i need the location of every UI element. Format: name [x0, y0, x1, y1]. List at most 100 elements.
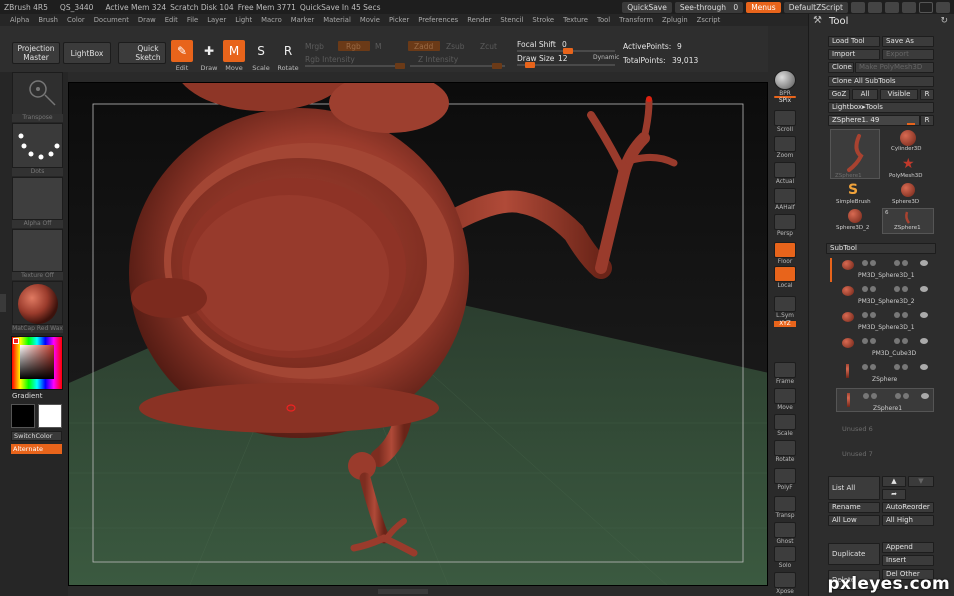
shelf-polyf-button[interactable]: PolyF — [774, 468, 796, 491]
subtool-toggle-icon[interactable] — [895, 393, 901, 399]
shelf-scale-button[interactable]: Scale — [774, 414, 796, 437]
zadd-button[interactable]: Zadd — [408, 41, 440, 51]
subtool-scroll-indicator[interactable] — [830, 258, 832, 282]
tool-thumb-zsphere1[interactable]: ZSphere1 — [830, 129, 880, 179]
main-color-swatch[interactable] — [11, 404, 35, 428]
menu-render[interactable]: Render — [467, 16, 491, 24]
shelf-local-button[interactable]: Local — [774, 266, 796, 289]
zsub-button[interactable]: Zsub — [446, 42, 465, 51]
tool-thumb-simplebrush[interactable]: S SimpleBrush — [830, 182, 880, 208]
color-icon[interactable] — [885, 1, 899, 13]
zsphere-slider-knob[interactable] — [907, 123, 915, 125]
visibility-eye-icon[interactable] — [921, 393, 929, 399]
menu-zscript[interactable]: Zscript — [697, 16, 721, 24]
alpha-thumb[interactable] — [12, 177, 63, 220]
load-tool-button[interactable]: Load Tool — [828, 36, 880, 47]
dynamic-button[interactable]: Dynamic — [593, 54, 619, 61]
quicksave-button[interactable]: QuickSave — [622, 1, 672, 13]
stroke-dots-thumb[interactable] — [12, 123, 63, 168]
menu-movie[interactable]: Movie — [360, 16, 380, 24]
shelf-move-button[interactable]: Move — [774, 388, 796, 411]
canvas-scene[interactable] — [69, 83, 768, 586]
subtool-toggle-icon[interactable] — [894, 364, 900, 370]
subtool-toggle-icon[interactable] — [870, 364, 876, 370]
visibility-eye-icon[interactable] — [920, 286, 928, 292]
tool-thumb-cylinder3d[interactable]: Cylinder3D — [882, 129, 934, 155]
subtool-toggle-icon[interactable] — [870, 312, 876, 318]
menu-zplugin[interactable]: Zplugin — [662, 16, 688, 24]
shelf-spix-button[interactable]: SPix — [774, 96, 796, 104]
visibility-eye-icon[interactable] — [920, 260, 928, 266]
menu-layer[interactable]: Layer — [207, 16, 226, 24]
subtool-toggle-icon[interactable] — [894, 338, 900, 344]
draw-size-slider[interactable] — [517, 62, 615, 68]
shelf-frame-button[interactable]: Frame — [774, 362, 796, 385]
menu-light[interactable]: Light — [235, 16, 252, 24]
subtool-toggle-icon[interactable] — [862, 338, 868, 344]
subtool-toggle-icon[interactable] — [862, 312, 868, 318]
projection-master-button[interactable]: Projection Master — [12, 42, 60, 64]
lightbox-tools-button[interactable]: Lightbox▸Tools — [828, 102, 934, 113]
z-intensity-slider[interactable] — [410, 63, 505, 69]
help-icon[interactable] — [851, 1, 865, 13]
subtool-toggle-icon[interactable] — [870, 338, 876, 344]
shelf-persp-button[interactable]: Persp — [774, 214, 796, 237]
edit-tool[interactable]: ✎ Edit — [170, 40, 194, 74]
subtool-toggle-icon[interactable] — [902, 338, 908, 344]
shelf-ghost-button[interactable]: Ghost — [774, 522, 796, 545]
tool-thumb-sphere3d[interactable]: Sphere3D — [882, 182, 934, 208]
subtool-toggle-icon[interactable] — [862, 364, 868, 370]
menu-macro[interactable]: Macro — [261, 16, 282, 24]
color-square[interactable] — [20, 345, 54, 379]
visibility-eye-icon[interactable] — [920, 338, 928, 344]
clone-button[interactable]: Clone — [828, 62, 854, 73]
menu-draw[interactable]: Draw — [138, 16, 156, 24]
subtool-toggle-icon[interactable] — [871, 393, 877, 399]
layout-icon[interactable] — [868, 1, 882, 13]
transpose-button[interactable] — [12, 72, 63, 116]
goz-all-button[interactable]: All — [852, 89, 878, 100]
list-all-button[interactable]: List All — [828, 476, 880, 500]
shelf-aahalf-button[interactable]: AAHalf — [774, 188, 796, 211]
subtool-toggle-icon[interactable] — [862, 260, 868, 266]
zsphere-r-button[interactable]: R — [920, 115, 934, 126]
m-button[interactable]: M — [375, 42, 381, 51]
shelf-bpr-button[interactable]: BPR — [774, 70, 796, 97]
zsphere-slider[interactable]: ZSphere1. 49 — [828, 115, 920, 126]
subtool-toggle-icon[interactable] — [870, 286, 876, 292]
menu-stroke[interactable]: Stroke — [532, 16, 554, 24]
insert-button[interactable]: Insert — [882, 555, 934, 566]
tool-thumb-polymesh3d[interactable]: ★ PolyMesh3D — [882, 156, 934, 182]
subtool-toggle-icon[interactable] — [902, 286, 908, 292]
clone-all-subtools-button[interactable]: Clone All SubTools — [828, 76, 934, 87]
goz-button[interactable]: GoZ — [828, 89, 850, 100]
subtool-toggle-icon[interactable] — [894, 312, 900, 318]
shelf-actual-button[interactable]: Actual — [774, 162, 796, 185]
subtool-toggle-icon[interactable] — [902, 260, 908, 266]
menus-button[interactable]: Menus — [746, 1, 781, 13]
scale-tool[interactable]: S Scale — [249, 40, 273, 74]
maximize-icon[interactable] — [919, 1, 933, 13]
bottom-tray-handle[interactable] — [378, 589, 428, 594]
move-down-button[interactable]: ▼ — [908, 476, 934, 487]
menu-material[interactable]: Material — [323, 16, 351, 24]
all-low-button[interactable]: All Low — [828, 515, 880, 526]
mrgb-button[interactable]: Mrgb — [305, 42, 324, 51]
close-icon[interactable] — [936, 1, 950, 13]
zcut-button[interactable]: Zcut — [480, 42, 497, 51]
goz-visible-button[interactable]: Visible — [880, 89, 918, 100]
gradient-label[interactable]: Gradient — [12, 392, 42, 400]
menu-picker[interactable]: Picker — [389, 16, 409, 24]
canvas-viewport[interactable] — [68, 82, 768, 586]
subtool-toggle-icon[interactable] — [870, 260, 876, 266]
shelf-rotate-button[interactable]: Rotate — [774, 440, 796, 463]
subtool-toggle-icon[interactable] — [902, 312, 908, 318]
menu-alpha[interactable]: Alpha — [10, 16, 29, 24]
import-button[interactable]: Import — [828, 49, 880, 60]
subtool-header[interactable]: SubTool — [826, 243, 936, 254]
alternate-button[interactable]: Alternate — [11, 444, 62, 454]
rgb-button[interactable]: Rgb — [338, 41, 370, 51]
subtool-toggle-icon[interactable] — [894, 286, 900, 292]
all-high-button[interactable]: All High — [882, 515, 934, 526]
make-polymesh-button[interactable]: Make PolyMesh3D — [855, 62, 934, 73]
